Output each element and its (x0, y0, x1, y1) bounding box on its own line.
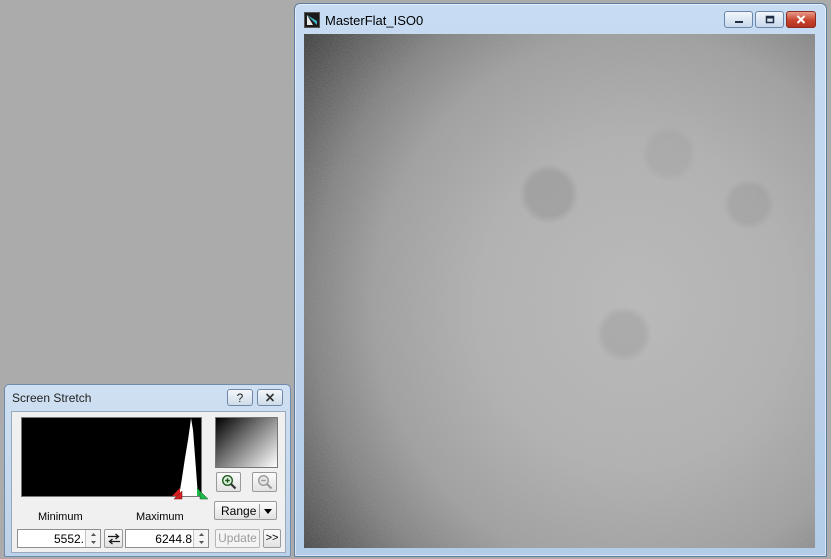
maximum-label: Maximum (136, 511, 184, 523)
image-window[interactable]: MasterFlat_ISO0 (294, 3, 827, 557)
chevron-down-icon[interactable] (264, 509, 272, 514)
spin-up-icon[interactable] (194, 530, 208, 538)
range-button-label: Range (221, 504, 257, 518)
maximum-value[interactable]: 6244.8 (155, 532, 192, 546)
image-canvas[interactable] (304, 34, 815, 548)
image-noise-texture (304, 34, 815, 548)
spin-down-icon[interactable] (194, 538, 208, 546)
maximum-input[interactable]: 6244.8 (125, 529, 209, 548)
app-logo-icon (304, 12, 320, 28)
zoom-out-icon (257, 474, 272, 490)
range-button[interactable]: Range (214, 501, 277, 520)
minimum-spinner-arrows[interactable] (85, 530, 100, 547)
close-button[interactable] (786, 11, 816, 28)
swap-button[interactable] (104, 529, 123, 548)
minimum-input[interactable]: 5552. (17, 529, 101, 548)
zoom-in-icon (221, 474, 236, 490)
close-icon (265, 393, 275, 402)
minimum-label: Minimum (38, 511, 83, 523)
spin-down-icon[interactable] (86, 538, 100, 546)
screen-stretch-window[interactable]: Screen Stretch ? Range Minimum Maximum 5… (4, 384, 291, 557)
swap-arrows-icon (107, 533, 120, 544)
maximum-spinner-arrows[interactable] (193, 530, 208, 547)
more-options-button[interactable]: >> (263, 529, 281, 548)
max-marker-icon[interactable] (199, 490, 209, 500)
update-button[interactable]: Update (215, 529, 260, 548)
histogram-graph (172, 418, 201, 496)
histogram[interactable] (21, 417, 202, 497)
image-window-title: MasterFlat_ISO0 (325, 13, 424, 28)
spin-up-icon[interactable] (86, 530, 100, 538)
dialog-close-button[interactable] (257, 389, 283, 406)
minimize-button[interactable] (724, 11, 753, 28)
minimize-icon (734, 20, 743, 23)
stretch-preview-swatch (215, 417, 278, 468)
help-button[interactable]: ? (227, 389, 253, 406)
close-icon (796, 15, 806, 24)
screen-stretch-title: Screen Stretch (12, 391, 92, 405)
zoom-in-button[interactable] (216, 472, 241, 492)
screen-stretch-body: Range Minimum Maximum 5552. 6244.8 Updat… (11, 411, 286, 553)
restore-icon (765, 15, 774, 24)
min-marker-icon[interactable] (173, 490, 183, 500)
zoom-out-button[interactable] (252, 472, 277, 492)
minimum-value[interactable]: 5552. (54, 532, 84, 546)
image-window-titlebar[interactable]: MasterFlat_ISO0 (295, 4, 826, 34)
restore-button[interactable] (755, 11, 784, 28)
